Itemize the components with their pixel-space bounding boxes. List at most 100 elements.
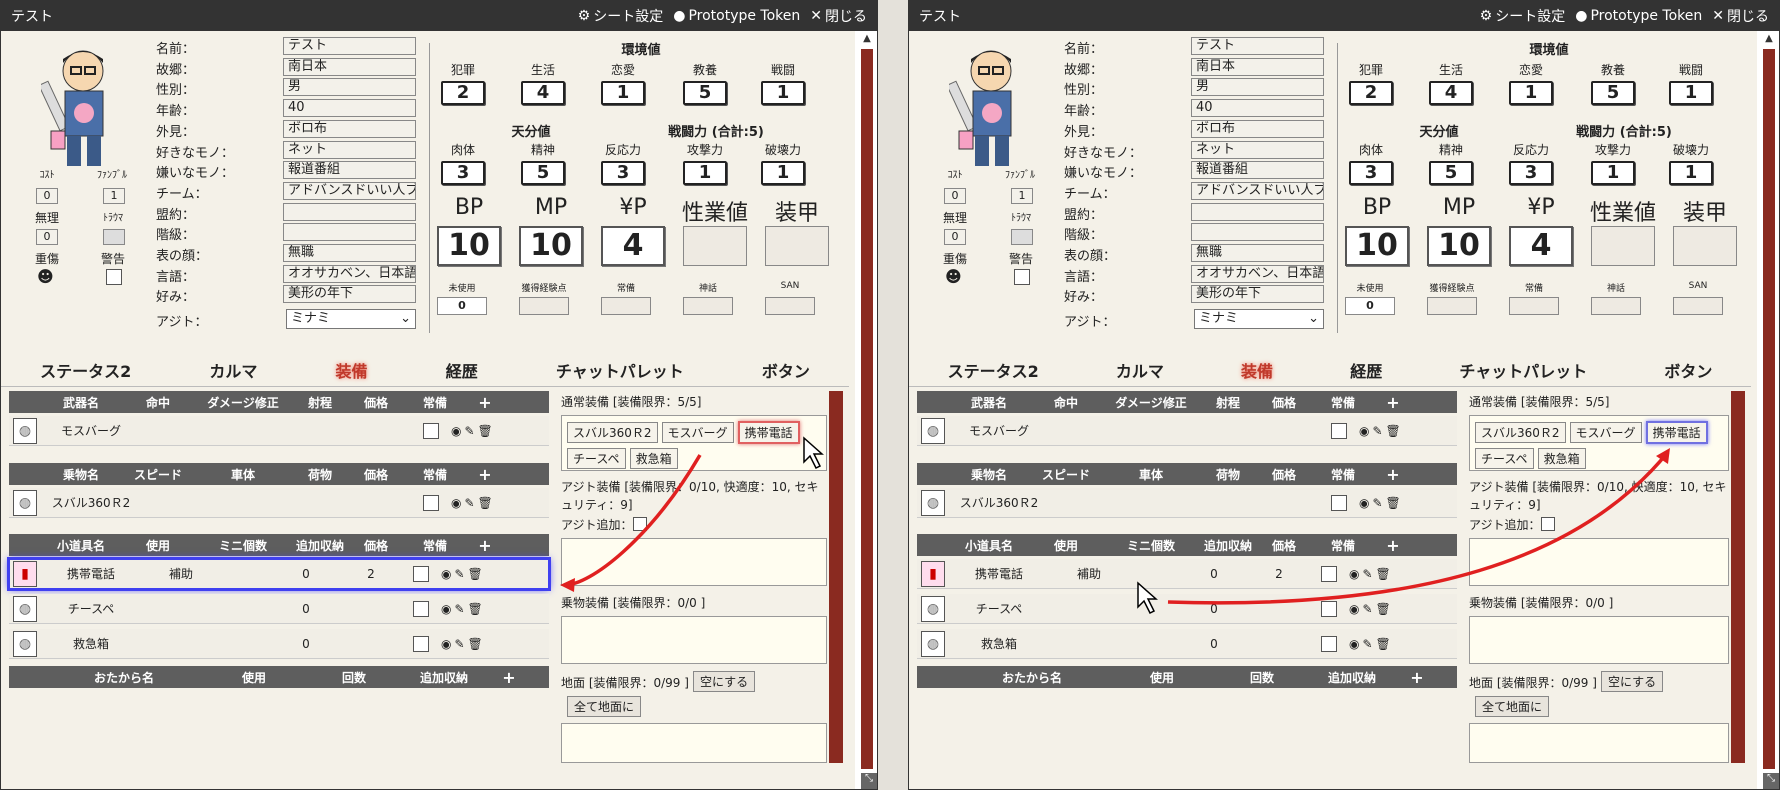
field-input[interactable]: 男 xyxy=(1191,78,1324,97)
table-row[interactable]: ◍ 救急箱 0 ◉ ✎ 🗑 xyxy=(917,629,1457,659)
small-stat-value[interactable]: 0 xyxy=(1345,297,1395,315)
small-stat-value[interactable] xyxy=(1509,297,1559,315)
big-stat-value[interactable]: 10 xyxy=(519,226,583,266)
trash-icon[interactable]: 🗑 xyxy=(1376,602,1391,616)
equip-checkbox[interactable] xyxy=(413,635,429,652)
equip-checkbox[interactable] xyxy=(1321,600,1337,617)
small-stat-value[interactable] xyxy=(1427,297,1477,315)
tab-4[interactable]: チャットパレット xyxy=(556,358,684,382)
env-value[interactable]: 1 xyxy=(1509,81,1553,105)
eye-icon[interactable]: ◉ xyxy=(1359,424,1369,438)
field-input[interactable]: 南日本 xyxy=(283,57,416,76)
tab-4[interactable]: チャットパレット xyxy=(1459,358,1587,382)
field-input[interactable]: 南日本 xyxy=(1191,57,1324,76)
edit-icon[interactable]: ✎ xyxy=(464,424,474,438)
equip-chip[interactable]: 救急箱 xyxy=(1537,448,1586,469)
field-input[interactable]: ネット xyxy=(283,140,416,159)
edit-icon[interactable]: ✎ xyxy=(1362,567,1372,581)
equip-chip[interactable]: スバル360Ｒ2 xyxy=(567,422,658,443)
scroll-up-icon[interactable]: ▲ xyxy=(1762,33,1776,47)
equip-checkbox[interactable] xyxy=(413,565,429,582)
field-input[interactable]: 40 xyxy=(1191,99,1324,118)
field-input[interactable] xyxy=(283,223,416,242)
small-stat-value[interactable] xyxy=(683,297,733,315)
window-titlebar[interactable]: テスト ⚙ シート設定 ● Prototype Token ✕ 閉じる xyxy=(909,1,1779,31)
edit-icon[interactable]: ✎ xyxy=(454,567,464,581)
eye-icon[interactable]: ◉ xyxy=(1349,567,1359,581)
sheet-settings-button[interactable]: ⚙ シート設定 xyxy=(1480,6,1566,26)
add-row-button[interactable]: + xyxy=(489,668,529,687)
tab-2[interactable]: 装備 xyxy=(1241,358,1273,382)
field-input[interactable] xyxy=(1191,202,1324,221)
inner-scrollbar[interactable] xyxy=(829,391,843,763)
field-input[interactable]: アドバンスドいい人ブ xyxy=(1191,181,1324,200)
field-input[interactable]: ネット xyxy=(1191,140,1324,159)
scroll-up-icon[interactable]: ▲ xyxy=(860,33,874,47)
eye-icon[interactable]: ◉ xyxy=(441,567,451,581)
big-stat-value[interactable]: 10 xyxy=(437,226,501,266)
add-row-button[interactable]: + xyxy=(465,393,505,412)
ajito-select[interactable]: ミナミ ⌄ xyxy=(286,309,416,329)
innate-value[interactable]: 1 xyxy=(1669,161,1713,185)
innate-value[interactable]: 1 xyxy=(761,161,805,185)
field-input[interactable]: アドバンスドいい人ブ xyxy=(283,181,416,200)
table-row[interactable]: ◍ 救急箱 0 ◉ ✎ 🗑 xyxy=(9,629,549,659)
edit-icon[interactable]: ✎ xyxy=(454,637,464,651)
field-input[interactable]: ボロ布 xyxy=(283,119,416,138)
table-row[interactable]: ▮ 携帯電話 補助 0 2 ◉ ✎ 🗑 xyxy=(7,557,551,591)
equip-chip[interactable]: モスバーグ xyxy=(661,422,734,443)
tab-0[interactable]: ステータス2 xyxy=(948,358,1039,382)
add-row-button[interactable]: + xyxy=(1373,465,1413,484)
tab-3[interactable]: 経歴 xyxy=(446,358,478,382)
equip-chip[interactable]: 救急箱 xyxy=(629,448,678,469)
trash-icon[interactable]: 🗑 xyxy=(468,567,483,581)
env-value[interactable]: 2 xyxy=(1349,81,1393,105)
add-row-button[interactable]: + xyxy=(465,465,505,484)
scroll-track[interactable] xyxy=(861,49,873,769)
innate-value[interactable]: 1 xyxy=(683,161,727,185)
jusho-smiley-icon[interactable]: ☻ xyxy=(945,267,962,286)
field-input[interactable]: ボロ布 xyxy=(1191,119,1324,138)
muri-input[interactable]: 0 xyxy=(36,229,58,245)
prototype-token-button[interactable]: ● Prototype Token xyxy=(673,8,800,24)
trash-icon[interactable]: 🗑 xyxy=(478,496,493,510)
keikoku-checkbox[interactable] xyxy=(1014,269,1030,285)
equip-checkbox[interactable] xyxy=(1331,494,1347,511)
scroll-track[interactable] xyxy=(1763,49,1775,769)
env-value[interactable]: 4 xyxy=(521,81,565,105)
edit-icon[interactable]: ✎ xyxy=(454,602,464,616)
field-input[interactable]: 報道番組 xyxy=(283,161,416,180)
innate-value[interactable]: 1 xyxy=(1591,161,1635,185)
window-scrollbar[interactable]: ▲ xyxy=(1757,31,1779,789)
big-stat-value[interactable] xyxy=(1673,226,1737,266)
env-value[interactable]: 1 xyxy=(601,81,645,105)
equip-checkbox[interactable] xyxy=(413,600,429,617)
field-input[interactable]: 美形の年下 xyxy=(1191,285,1324,304)
equip-chip[interactable]: モスバーグ xyxy=(1569,422,1642,443)
edit-icon[interactable]: ✎ xyxy=(1372,496,1382,510)
trash-icon[interactable]: 🗑 xyxy=(468,637,483,651)
table-row[interactable]: ◍ モスバーグ ◉ ✎ 🗑 xyxy=(9,416,549,446)
big-stat-value[interactable] xyxy=(683,226,747,266)
table-row[interactable]: ◍ スバル360Ｒ2 ◉ ✎ 🗑 xyxy=(9,488,549,518)
jusho-smiley-icon[interactable]: ☻ xyxy=(37,267,54,286)
env-value[interactable]: 1 xyxy=(761,81,805,105)
big-stat-value[interactable]: 10 xyxy=(1345,226,1409,266)
equip-checkbox[interactable] xyxy=(1321,635,1337,652)
field-input[interactable] xyxy=(1191,223,1324,242)
edit-icon[interactable]: ✎ xyxy=(464,496,474,510)
ground-equip-box[interactable] xyxy=(561,723,827,763)
equip-checkbox[interactable] xyxy=(423,494,439,511)
small-stat-value[interactable]: 0 xyxy=(437,297,487,315)
big-stat-value[interactable]: 10 xyxy=(1427,226,1491,266)
ajito-equip-box[interactable] xyxy=(1469,538,1729,586)
big-stat-value[interactable]: 4 xyxy=(601,226,665,266)
add-row-button[interactable]: + xyxy=(1373,393,1413,412)
eye-icon[interactable]: ◉ xyxy=(441,602,451,616)
small-stat-value[interactable] xyxy=(601,297,651,315)
tab-1[interactable]: カルマ xyxy=(1116,358,1164,382)
innate-value[interactable]: 3 xyxy=(1349,161,1393,185)
ajito-select[interactable]: ミナミ ⌄ xyxy=(1194,309,1324,329)
tab-2[interactable]: 装備 xyxy=(336,358,368,382)
muri-input[interactable]: 0 xyxy=(944,229,966,245)
